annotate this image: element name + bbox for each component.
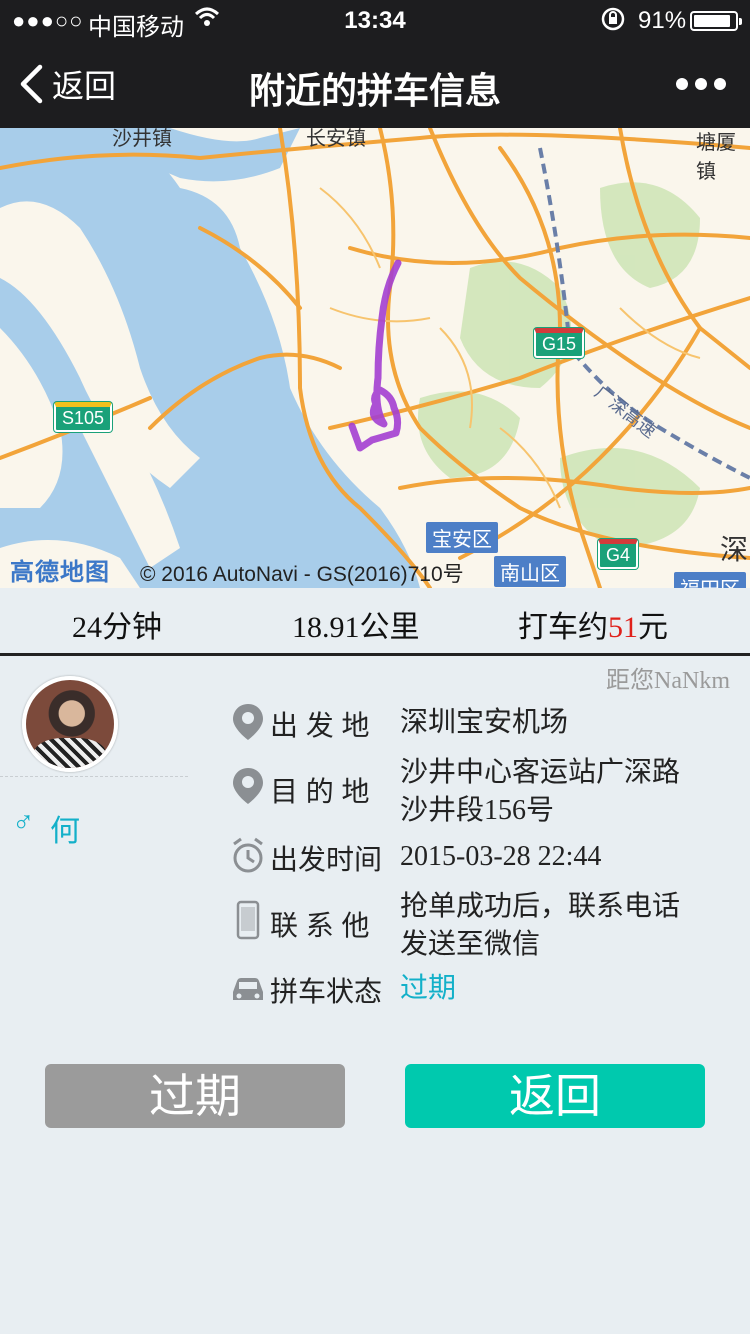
map-label-town: 塘厦镇 xyxy=(696,132,736,183)
destination-value: 沙井中心客运站广深路沙井段156号 xyxy=(400,757,681,826)
avatar[interactable] xyxy=(22,676,118,772)
district-label-baoan: 宝安区 xyxy=(426,522,498,553)
status-label: 拼车状态 xyxy=(270,976,383,1007)
route-map[interactable]: 沙井镇 长安镇 塘厦镇 深 广深高速 G15 S105 G4 宝安区 南山区 福… xyxy=(0,128,750,588)
departure-time-value: 2015-03-28 22:44 xyxy=(400,841,602,872)
departure-time-label: 出发时间 xyxy=(270,844,383,875)
more-options-button[interactable] xyxy=(676,66,726,102)
male-gender-icon: ♂ xyxy=(12,806,35,839)
taxi-fare-estimate: 打车约51元 xyxy=(518,602,668,646)
rotation-lock-icon xyxy=(600,6,626,39)
map-label-city: 深 xyxy=(720,534,749,565)
navigation-bar: 返回 附近的拼车信息 xyxy=(0,40,750,128)
return-button[interactable]: 返回 xyxy=(405,1064,705,1128)
destination-label: 目 的 地 xyxy=(270,776,370,807)
fare-prefix: 打车约 xyxy=(518,611,608,644)
district-label-futian: 福田区 xyxy=(674,572,746,588)
car-icon xyxy=(233,978,263,1000)
trip-summary: 24分钟 18.91公里 打车约51元 xyxy=(0,588,750,656)
highway-shield-g15: G15 xyxy=(534,328,585,358)
divider xyxy=(0,776,188,777)
highway-shield-s105: S105 xyxy=(54,402,113,432)
status-value: 过期 xyxy=(400,973,457,1004)
rider-name: 何 xyxy=(50,815,80,848)
map-label-town: 沙井镇 xyxy=(112,128,172,150)
map-provider-logo: 高德地图 xyxy=(10,559,110,586)
battery-icon xyxy=(690,11,742,31)
alarm-clock-icon xyxy=(233,837,263,873)
trip-distance: 18.91公里 xyxy=(292,611,420,644)
page-title: 附近的拼车信息 xyxy=(248,70,501,111)
map-copyright: © 2016 AutoNavi - GS(2016)710号 xyxy=(140,563,464,586)
trip-duration: 24分钟 xyxy=(72,611,162,644)
expired-button[interactable]: 过期 xyxy=(45,1064,345,1128)
highway-shield-g4: G4 xyxy=(598,539,639,569)
contact-label: 联 系 他 xyxy=(270,910,370,941)
origin-label: 出 发 地 xyxy=(270,710,370,741)
phone-icon xyxy=(236,900,260,940)
battery-percent: 91% xyxy=(638,7,687,34)
fare-suffix: 元 xyxy=(638,611,668,644)
distance-to-user: 距您NaNkm xyxy=(606,668,730,694)
contact-value: 抢单成功后，联系电话发送至微信 xyxy=(400,891,681,960)
map-canvas xyxy=(0,128,750,588)
location-pin-icon xyxy=(233,704,263,740)
map-label-town: 长安镇 xyxy=(306,128,366,150)
location-pin-icon xyxy=(233,768,263,804)
origin-value: 深圳宝安机场 xyxy=(400,707,569,738)
district-label-nanshan: 南山区 xyxy=(494,556,566,587)
fare-amount: 51 xyxy=(608,611,638,644)
status-bar: ●●●○○ 中国移动 13:34 91% xyxy=(0,0,750,41)
